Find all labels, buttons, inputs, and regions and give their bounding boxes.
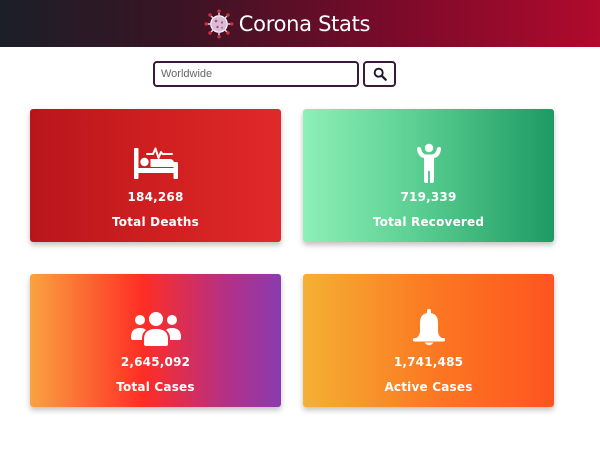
app-header: Corona Stats [0, 0, 600, 47]
active-cases-card: 1,741,485 Active Cases [303, 274, 554, 407]
app-title: Corona Stats [238, 11, 371, 36]
hospital-bed-icon [133, 147, 178, 179]
country-search-input[interactable] [153, 61, 359, 87]
search-button[interactable] [363, 61, 396, 87]
total-recovered-label: Total Recovered [372, 215, 485, 229]
brand: Corona Stats [204, 9, 371, 39]
total-recovered-value: 719,339 [400, 190, 457, 204]
total-deaths-label: Total Deaths [112, 215, 199, 229]
active-cases-label: Active Cases [384, 380, 473, 394]
virus-icon [204, 9, 234, 38]
active-cases-value: 1,741,485 [393, 355, 464, 369]
total-cases-label: Total Cases [116, 380, 195, 394]
total-cases-value: 2,645,092 [120, 355, 191, 369]
total-deaths-value: 184,268 [127, 190, 184, 204]
total-recovered-card: 719,339 Total Recovered [303, 109, 554, 242]
total-deaths-card: 184,268 Total Deaths [30, 109, 281, 242]
total-cases-card: 2,645,092 Total Cases [30, 274, 281, 407]
bell-icon [412, 309, 445, 346]
users-group-icon [130, 312, 181, 346]
search-bar [153, 61, 396, 87]
search-icon [373, 67, 387, 81]
person-arms-up-icon [416, 143, 441, 183]
